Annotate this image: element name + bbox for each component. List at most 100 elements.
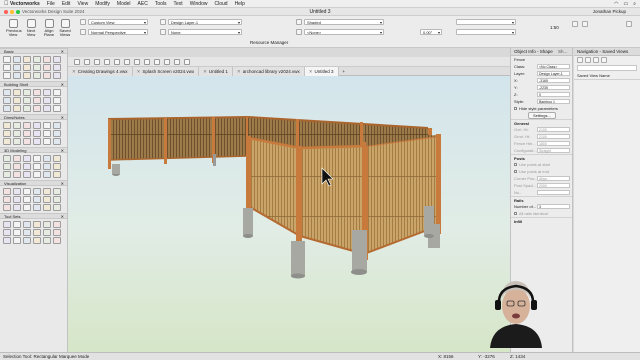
layer-field[interactable]: Design Layer-1 xyxy=(537,71,570,76)
tab-splash-screen[interactable]: ✕ Splash Screen v2024.vwx xyxy=(132,67,200,76)
snap-icon[interactable] xyxy=(114,59,120,65)
palette-toolsets-header[interactable]: Tool Sets ✕ xyxy=(0,213,67,219)
pan-icon[interactable] xyxy=(582,21,588,27)
checkbox[interactable] xyxy=(514,163,517,167)
class-field[interactable]: <No Class> xyxy=(537,64,570,69)
hide-style-row[interactable]: Hide style parameters xyxy=(511,105,572,112)
tool-icon[interactable] xyxy=(23,130,31,137)
tool-icon[interactable] xyxy=(43,56,51,63)
tool-icon[interactable] xyxy=(3,229,11,236)
menu-edit[interactable]: Edit xyxy=(62,1,71,7)
tool-icon[interactable] xyxy=(33,105,41,112)
tool-icon[interactable] xyxy=(23,188,31,195)
tool-icon[interactable] xyxy=(53,163,61,170)
tool-icon[interactable] xyxy=(53,229,61,236)
tool-icon[interactable] xyxy=(23,105,31,112)
fence-post-front[interactable] xyxy=(436,134,441,234)
tool-icon[interactable] xyxy=(33,221,41,228)
tool-icon[interactable] xyxy=(3,237,11,244)
tool-icon[interactable] xyxy=(43,204,51,211)
tool-icon[interactable] xyxy=(43,196,51,203)
param-field[interactable]: 1800 xyxy=(537,141,570,146)
class-dropdown[interactable]: None xyxy=(168,29,242,35)
close-icon[interactable]: ✕ xyxy=(61,181,64,186)
concrete-footing[interactable] xyxy=(424,206,434,236)
tool-icon[interactable] xyxy=(33,56,41,63)
param-field[interactable]: Straight xyxy=(537,148,570,153)
concrete-footing[interactable] xyxy=(291,241,305,276)
param-row[interactable]: All rails identical xyxy=(511,210,572,217)
footing-base[interactable] xyxy=(243,234,253,238)
tool-icon[interactable] xyxy=(3,72,11,79)
footing-base[interactable] xyxy=(291,273,305,279)
search-icon[interactable]: ⌕ xyxy=(633,1,636,7)
menu-tools[interactable]: Tools xyxy=(155,1,167,7)
tool-icon[interactable] xyxy=(33,64,41,71)
palette-3d-header[interactable]: 3D Modeling ✕ xyxy=(0,147,67,153)
param-row[interactable]: Use posts at start xyxy=(511,161,572,168)
render-icon[interactable] xyxy=(296,19,302,25)
tool-icon[interactable] xyxy=(33,72,41,79)
tool-icon[interactable] xyxy=(53,56,61,63)
saved-views-search[interactable] xyxy=(577,65,637,71)
tool-icon[interactable] xyxy=(23,89,31,96)
tool-icon[interactable] xyxy=(33,155,41,162)
tool-icon[interactable] xyxy=(33,138,41,145)
tool-icon[interactable] xyxy=(23,122,31,129)
flyover-icon[interactable] xyxy=(94,59,100,65)
delete-view-icon[interactable] xyxy=(593,57,599,63)
tool-icon[interactable] xyxy=(13,105,21,112)
tool-icon[interactable] xyxy=(23,138,31,145)
menu-modify[interactable]: Modify xyxy=(95,1,110,7)
navigation-header[interactable]: Navigation - Saved Views xyxy=(574,48,640,56)
tab-untitled-3[interactable]: ✕ Untitled 3 xyxy=(304,67,339,76)
new-tab-button[interactable]: + xyxy=(339,67,350,76)
tool-icon[interactable] xyxy=(53,97,61,104)
tool-icon[interactable] xyxy=(53,171,61,178)
tool-icon[interactable] xyxy=(13,204,21,211)
tool-icon[interactable] xyxy=(43,155,51,162)
tool-icon[interactable] xyxy=(3,130,11,137)
object-info-header[interactable]: Object Info - Shape Sh... xyxy=(511,48,572,56)
zoom-window-icon[interactable] xyxy=(16,10,20,14)
saved-views-button[interactable]: Saved Views xyxy=(58,19,72,37)
tool-icon[interactable] xyxy=(3,56,11,63)
battery-icon[interactable]: ▭ xyxy=(623,1,628,7)
walkthrough-icon[interactable] xyxy=(104,59,110,65)
close-icon[interactable]: ✕ xyxy=(309,69,313,74)
view-dropdown[interactable]: Custom View xyxy=(88,19,148,25)
tool-icon[interactable] xyxy=(23,163,31,170)
tool-icon[interactable] xyxy=(13,56,21,63)
close-icon[interactable]: ✕ xyxy=(61,115,64,120)
infill-section-header[interactable]: Infill xyxy=(511,217,572,224)
tool-icon[interactable] xyxy=(3,188,11,195)
saved-view-column-header[interactable]: Saved View Name xyxy=(574,72,640,80)
concrete-footing[interactable] xyxy=(352,230,367,272)
lighting-icon[interactable] xyxy=(296,29,302,35)
x-field[interactable]: -3165 xyxy=(537,78,570,83)
z-field[interactable]: 0 xyxy=(537,92,570,97)
tool-icon[interactable] xyxy=(3,64,11,71)
tool-icon[interactable] xyxy=(23,171,31,178)
tool-icon[interactable] xyxy=(23,229,31,236)
tool-icon[interactable] xyxy=(23,196,31,203)
tool-icon[interactable] xyxy=(53,64,61,71)
view-icon[interactable] xyxy=(80,19,86,25)
tool-icon[interactable] xyxy=(53,237,61,244)
select-arrow-icon[interactable] xyxy=(74,59,80,65)
tool-icon[interactable] xyxy=(13,130,21,137)
render-mode-dropdown[interactable]: Shaded xyxy=(304,19,384,25)
snap-distance-icon[interactable] xyxy=(164,59,170,65)
footing-base[interactable] xyxy=(351,269,367,275)
menu-help[interactable]: Help xyxy=(235,1,245,7)
more-options-icon[interactable] xyxy=(601,57,607,63)
fence-3d-model[interactable] xyxy=(68,76,510,352)
projection-icon[interactable] xyxy=(80,29,86,35)
tool-icon[interactable] xyxy=(33,163,41,170)
lasso-icon[interactable] xyxy=(84,59,90,65)
tool-icon[interactable] xyxy=(3,163,11,170)
posts-section-header[interactable]: Posts xyxy=(511,154,572,161)
tool-icon[interactable] xyxy=(3,97,11,104)
settings-button[interactable]: Settings... xyxy=(528,112,556,119)
palette-visualization-header[interactable]: Visualization ✕ xyxy=(0,180,67,186)
